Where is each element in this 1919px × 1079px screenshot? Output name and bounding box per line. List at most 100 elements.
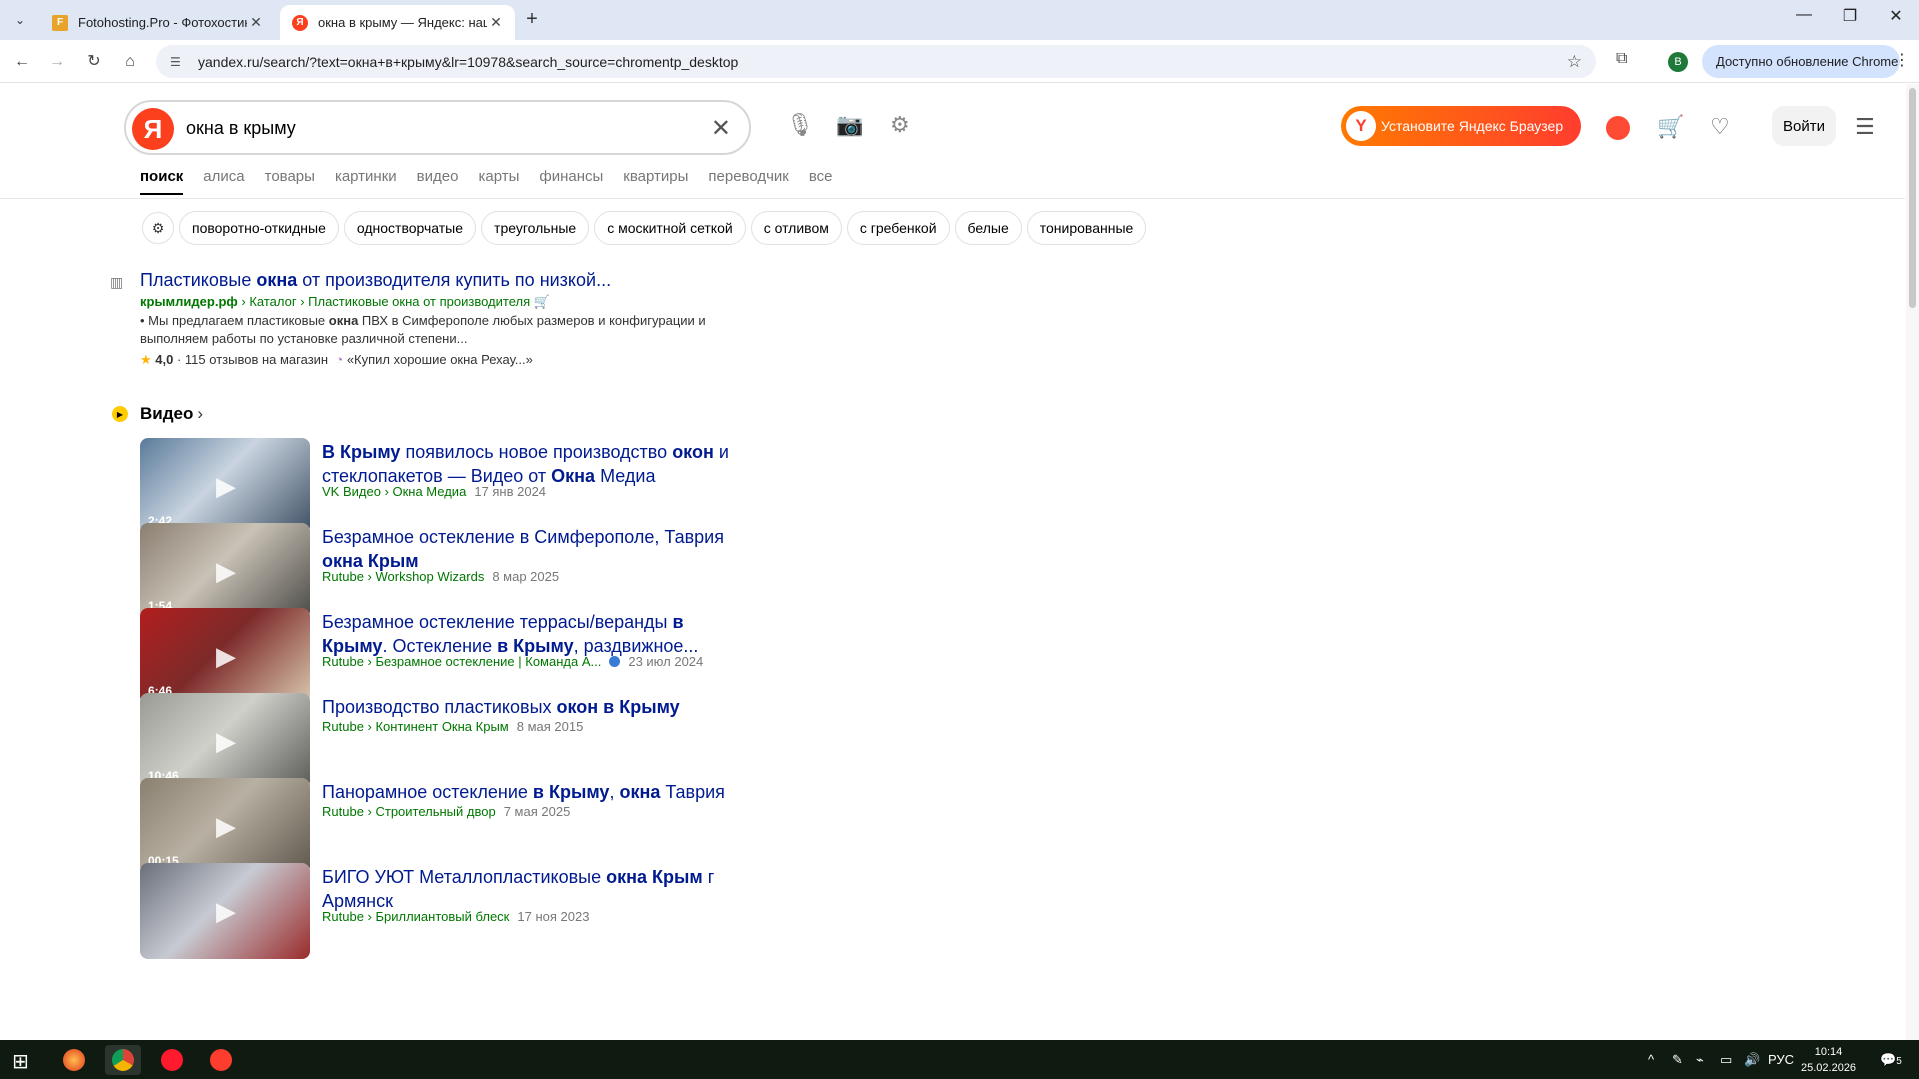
video-title-link[interactable]: Производство пластиковых окон в Крыму: [322, 695, 742, 719]
video-source[interactable]: Rutube › Бриллиантовый блеск: [322, 909, 509, 924]
chrome-update-button[interactable]: Доступно обновление Chrome: [1702, 45, 1900, 78]
home-icon[interactable]: ⌂: [118, 50, 142, 74]
microphone-icon[interactable]: 🎙: [786, 112, 814, 138]
video-source[interactable]: Rutube › Workshop Wizards: [322, 569, 484, 584]
close-window-icon[interactable]: ✕: [1873, 6, 1919, 26]
back-icon[interactable]: ←: [10, 50, 34, 74]
chip[interactable]: поворотно-откидные: [179, 211, 339, 245]
volume-icon[interactable]: 🔊: [1744, 1052, 1760, 1068]
video-thumbnail[interactable]: ▶ 2:42: [140, 438, 310, 534]
result-breadcrumb[interactable]: крымлидер.рф › Каталог › Пластиковые окн…: [140, 294, 550, 310]
video-source[interactable]: Rutube › Строительный двор: [322, 804, 496, 819]
video-result[interactable]: ▶ 00:15 Панорамное остекление в Крыму, о…: [140, 778, 760, 874]
search-settings-icon[interactable]: ⚙: [890, 112, 910, 138]
extensions-icon[interactable]: ⧉: [1616, 50, 1627, 68]
chip[interactable]: с отливом: [750, 211, 842, 245]
video-thumbnail[interactable]: ▶ 00:15: [140, 778, 310, 874]
play-icon[interactable]: ▶: [212, 727, 240, 755]
chip[interactable]: с москитной сеткой: [594, 211, 746, 245]
language-indicator[interactable]: РУС: [1768, 1052, 1794, 1067]
clock[interactable]: 10:14 25.02.2026: [1801, 1044, 1856, 1076]
display-icon[interactable]: ▭: [1720, 1052, 1732, 1068]
video-result[interactable]: ▶ 2:42 В Крыму появилось новое производс…: [140, 438, 760, 534]
video-thumbnail[interactable]: ▶ 10:46: [140, 693, 310, 789]
pen-icon[interactable]: ✎: [1672, 1052, 1683, 1068]
video-result[interactable]: ▶ 6:46 Безрамное остекление террасы/вера…: [140, 608, 760, 704]
video-title-link[interactable]: БИГО УЮТ Металлопластиковые окна Крым г …: [322, 865, 742, 913]
chrome-taskbar-icon[interactable]: [105, 1045, 141, 1075]
tab-images[interactable]: картинки: [335, 168, 397, 195]
chrome-menu-icon[interactable]: ⋮: [1894, 50, 1910, 70]
search-input[interactable]: Я окна в крыму ✕: [124, 100, 751, 155]
scrollbar-thumb[interactable]: [1909, 88, 1916, 308]
forward-icon[interactable]: →: [45, 50, 69, 74]
chip[interactable]: с гребенкой: [846, 211, 950, 245]
camera-search-icon[interactable]: 📷: [836, 112, 863, 138]
tab-all[interactable]: все: [809, 168, 833, 195]
browser-tab-fotohosting[interactable]: F Fotohosting.Pro - Фотохостинг ✕: [40, 5, 275, 40]
site-info-icon[interactable]: ☰: [170, 55, 186, 69]
alice-icon[interactable]: [1606, 116, 1630, 140]
video-thumbnail[interactable]: ▶ 6:46: [140, 608, 310, 704]
video-title-link[interactable]: Безрамное остекление в Симферополе, Тавр…: [322, 525, 742, 573]
browser-tab-yandex[interactable]: Я окна в крыму — Яндекс: нашлось ✕: [280, 5, 515, 40]
result-title-link[interactable]: Пластиковые окна от производителя купить…: [140, 270, 611, 291]
tab-finance[interactable]: финансы: [539, 168, 603, 195]
search-query-text[interactable]: окна в крыму: [186, 118, 296, 139]
install-yandex-browser-button[interactable]: Y Установите Яндекс Браузер: [1341, 106, 1581, 146]
tab-alice[interactable]: алиса: [203, 168, 244, 195]
video-source[interactable]: Rutube › Безрамное остекление | Команда …: [322, 654, 601, 669]
play-icon[interactable]: ▶: [212, 642, 240, 670]
play-icon[interactable]: ▶: [212, 812, 240, 840]
network-icon[interactable]: ⌁: [1696, 1052, 1704, 1068]
tab-apartments[interactable]: квартиры: [623, 168, 688, 195]
chip[interactable]: треугольные: [481, 211, 590, 245]
video-thumbnail[interactable]: ▶: [140, 863, 310, 959]
opera-taskbar-icon[interactable]: [154, 1045, 190, 1075]
video-title-link[interactable]: Панорамное остекление в Крыму, окна Тавр…: [322, 780, 742, 804]
page-scrollbar[interactable]: [1906, 84, 1919, 1040]
address-bar[interactable]: ☰ yandex.ru/search/?text=окна+в+крыму&lr…: [156, 45, 1596, 78]
tab-search-dropdown[interactable]: ⌄: [8, 8, 32, 32]
video-title-link[interactable]: Безрамное остекление террасы/веранды в К…: [322, 610, 742, 658]
firefox-taskbar-icon[interactable]: [56, 1045, 92, 1075]
video-section-header[interactable]: ▶ Видео ›: [112, 404, 203, 424]
video-result[interactable]: ▶ 10:46 Производство пластиковых окон в …: [140, 693, 760, 789]
bookmark-star-icon[interactable]: ☆: [1567, 52, 1582, 72]
video-thumbnail[interactable]: ▶ 1:54: [140, 523, 310, 619]
minimize-icon[interactable]: —: [1781, 6, 1827, 24]
profile-avatar[interactable]: B: [1668, 52, 1688, 72]
new-tab-button[interactable]: +: [520, 8, 544, 31]
play-icon[interactable]: ▶: [212, 897, 240, 925]
video-title-link[interactable]: В Крыму появилось новое производство око…: [322, 440, 742, 488]
chip[interactable]: тонированные: [1026, 211, 1147, 245]
tab-close-icon[interactable]: ✕: [247, 14, 265, 31]
video-source[interactable]: Rutube › Континент Окна Крым: [322, 719, 509, 734]
play-icon[interactable]: ▶: [212, 557, 240, 585]
reload-icon[interactable]: ↻: [82, 50, 106, 74]
chip[interactable]: белые: [954, 211, 1022, 245]
tab-close-icon[interactable]: ✕: [487, 14, 505, 31]
clear-search-icon[interactable]: ✕: [711, 114, 731, 143]
yandex-logo-icon[interactable]: Я: [132, 108, 174, 150]
notifications-icon[interactable]: 💬5: [1880, 1052, 1902, 1068]
restore-icon[interactable]: ❐: [1827, 6, 1873, 26]
tab-goods[interactable]: товары: [265, 168, 315, 195]
video-source[interactable]: VK Видео › Окна Медиа: [322, 484, 466, 499]
cart-icon[interactable]: 🛒: [1657, 114, 1684, 140]
video-result[interactable]: ▶ 1:54 Безрамное остекление в Симферопол…: [140, 523, 760, 619]
favorites-heart-icon[interactable]: ♡: [1710, 114, 1730, 140]
login-button[interactable]: Войти: [1772, 106, 1836, 146]
tab-video[interactable]: видео: [417, 168, 459, 195]
tray-chevron-icon[interactable]: ^: [1648, 1052, 1654, 1067]
menu-burger-icon[interactable]: ☰: [1855, 114, 1875, 140]
tab-translator[interactable]: переводчик: [708, 168, 788, 195]
yandex-browser-taskbar-icon[interactable]: [203, 1045, 239, 1075]
chip[interactable]: одностворчатые: [343, 211, 477, 245]
windows-start-icon[interactable]: ⊞: [12, 1049, 29, 1074]
video-result[interactable]: ▶ БИГО УЮТ Металлопластиковые окна Крым …: [140, 863, 760, 959]
tab-maps[interactable]: карты: [478, 168, 519, 195]
filters-icon[interactable]: ⚙: [142, 212, 174, 244]
tab-search[interactable]: поиск: [140, 168, 184, 195]
play-icon[interactable]: ▶: [212, 472, 240, 500]
